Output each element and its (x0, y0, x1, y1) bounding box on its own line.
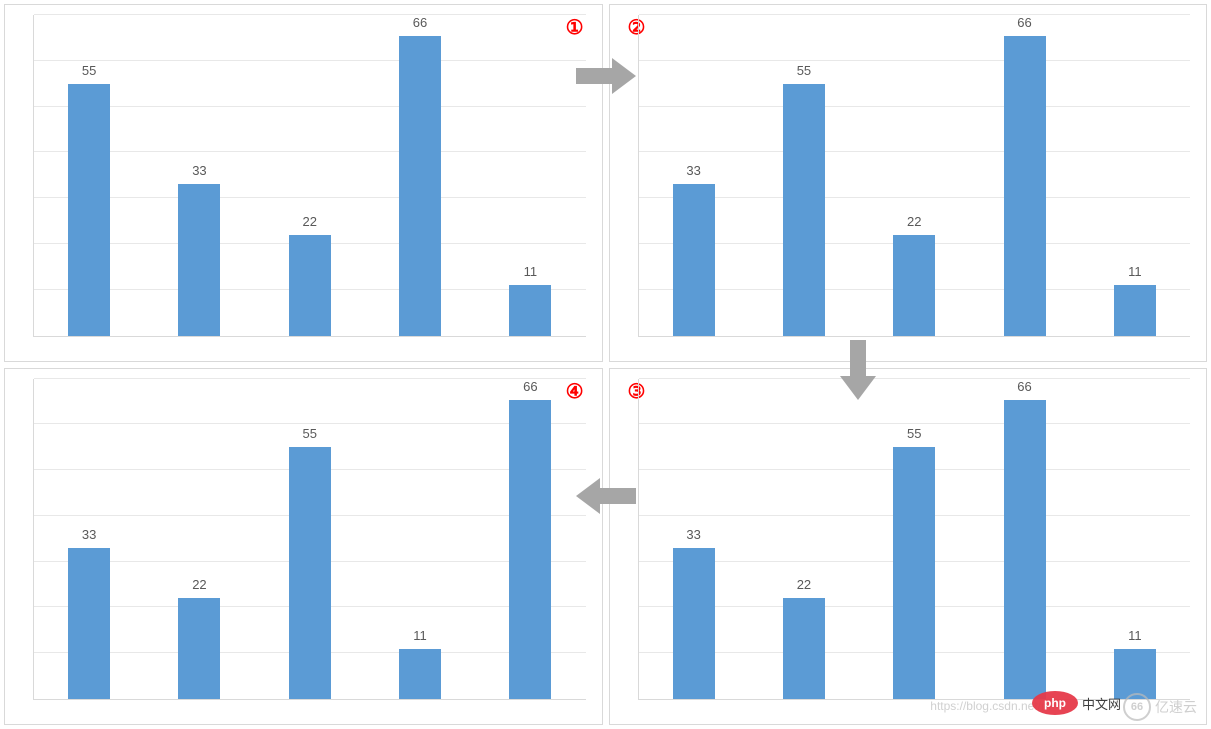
bar-value-label: 66 (523, 379, 537, 394)
bar-slot: 33 (639, 15, 749, 336)
bar-value-label: 66 (1017, 15, 1031, 30)
bar-slot: 33 (639, 379, 749, 700)
plot-1: 55 33 22 66 11 (33, 15, 586, 337)
bar (1004, 36, 1046, 336)
bar-slot: 66 (365, 15, 475, 336)
bar-slot: 33 (34, 379, 144, 700)
bar-slot: 55 (34, 15, 144, 336)
bar-slot: 22 (144, 379, 254, 700)
yisu-logo-icon: 66 (1123, 693, 1151, 721)
bar-value-label: 55 (907, 426, 921, 441)
bar-slot: 66 (969, 15, 1079, 336)
bar-value-label: 55 (82, 63, 96, 78)
bar-value-label: 55 (303, 426, 317, 441)
bar (509, 285, 551, 335)
bar (783, 84, 825, 336)
bar (1114, 285, 1156, 335)
plot-3: 33 22 55 66 11 (638, 379, 1191, 701)
arrow-2-to-3 (838, 340, 878, 400)
bar-slot: 11 (1080, 15, 1190, 336)
bar-value-label: 22 (303, 214, 317, 229)
bar (399, 36, 441, 336)
watermark-php-text: 中文网 (1082, 694, 1121, 713)
bar-value-label: 66 (413, 15, 427, 30)
bar-value-label: 55 (797, 63, 811, 78)
bar-value-label: 11 (1128, 628, 1142, 643)
bar-value-label: 33 (686, 527, 700, 542)
bar (68, 84, 110, 336)
bar (783, 598, 825, 699)
bar (178, 184, 220, 335)
bar-value-label: 11 (524, 264, 538, 279)
bar-value-label: 11 (413, 628, 427, 643)
bar-slot: 11 (475, 15, 585, 336)
bar-value-label: 22 (192, 577, 206, 592)
arrow-1-to-2 (576, 56, 636, 96)
bar-value-label: 22 (907, 214, 921, 229)
bars: 33 55 22 66 11 (639, 15, 1191, 336)
bar-slot: 55 (749, 15, 859, 336)
bar (893, 235, 935, 336)
bar-value-label: 11 (1128, 264, 1142, 279)
panel-4: ④ 3322551166 (4, 368, 603, 726)
bar (399, 649, 441, 699)
watermark-php: php 中文网 (1032, 691, 1121, 715)
bar (289, 447, 331, 699)
bar-slot: 22 (859, 15, 969, 336)
bar-value-label: 66 (1017, 379, 1031, 394)
plot-2: 33 55 22 66 11 (638, 15, 1191, 337)
bar (893, 447, 935, 699)
bar (509, 400, 551, 700)
bar-slot: 33 (144, 15, 254, 336)
bar-slot: 55 (859, 379, 969, 700)
panel-2: ② 3355226611 (609, 4, 1208, 362)
chart-grid: ① 5533226611 ② 3355226611 ④ 3322551166 ③… (0, 0, 1211, 729)
bars: 55 33 22 66 11 (34, 15, 586, 336)
bar (673, 548, 715, 699)
bar-value-label: 22 (797, 577, 811, 592)
bar (178, 598, 220, 699)
bar-slot: 11 (1080, 379, 1190, 700)
bar-slot: 22 (749, 379, 859, 700)
bar (673, 184, 715, 335)
bar-value-label: 33 (686, 163, 700, 178)
php-logo-icon: php (1032, 691, 1078, 715)
bar (289, 235, 331, 336)
bars: 33 22 55 66 11 (639, 379, 1191, 700)
bar-slot: 66 (969, 379, 1079, 700)
bar-value-label: 33 (82, 527, 96, 542)
bar-slot: 66 (475, 379, 585, 700)
bar-slot: 11 (365, 379, 475, 700)
bar-slot: 22 (255, 15, 365, 336)
bar-value-label: 33 (192, 163, 206, 178)
watermark-yisu-text: 亿速云 (1155, 697, 1197, 717)
plot-4: 33 22 55 11 66 (33, 379, 586, 701)
watermark-yisu: 66 亿速云 (1123, 693, 1197, 721)
bar-slot: 55 (255, 379, 365, 700)
bar (1004, 400, 1046, 700)
arrow-3-to-4 (576, 476, 636, 516)
bars: 33 22 55 11 66 (34, 379, 586, 700)
bar (68, 548, 110, 699)
panel-1: ① 5533226611 (4, 4, 603, 362)
panel-3: ③ 3322556611 (609, 368, 1208, 726)
